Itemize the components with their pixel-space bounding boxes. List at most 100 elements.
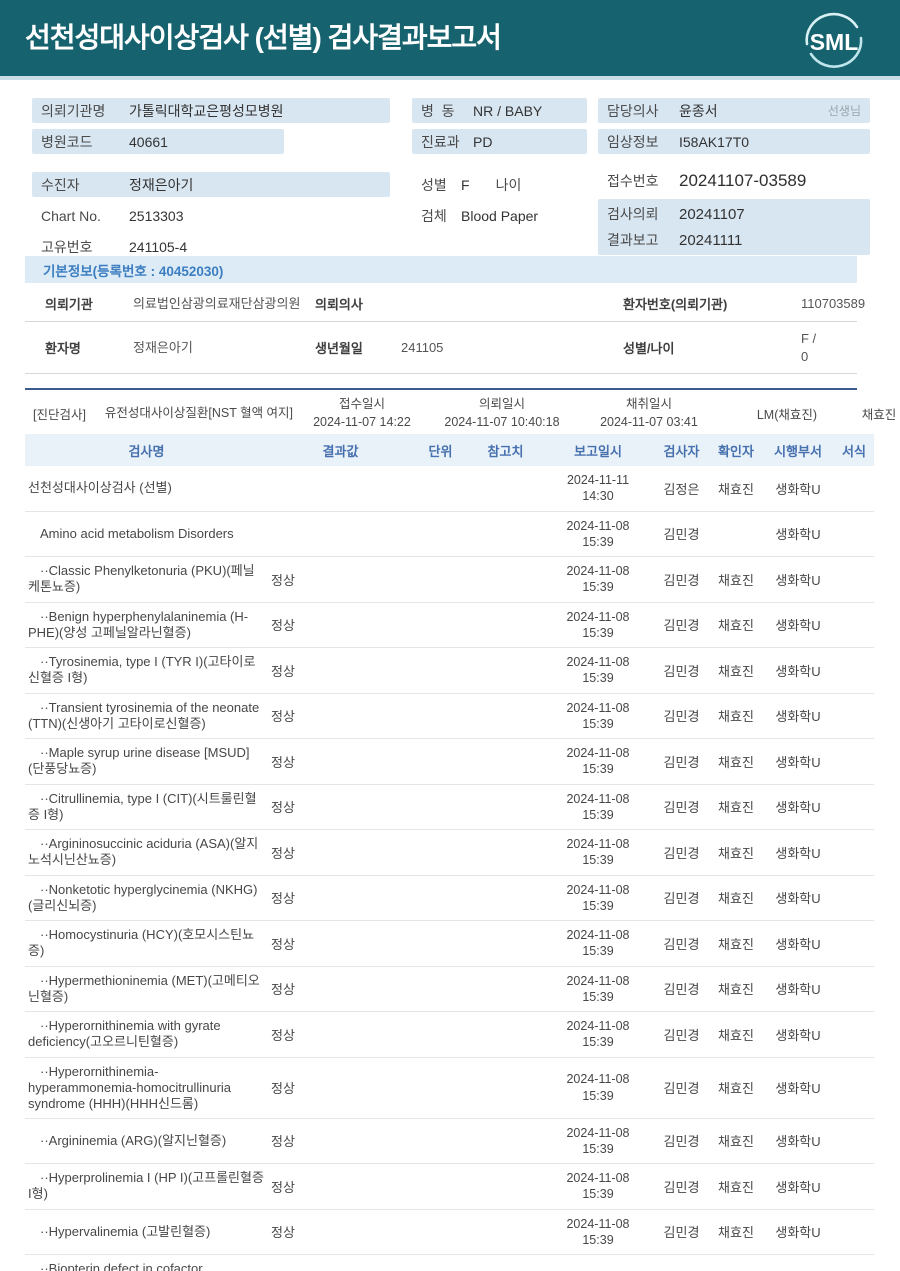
report-datetime: 2024-11-08 15:39 — [543, 784, 653, 830]
tester-name: 김민경 — [653, 920, 710, 967]
doctor-value: 윤종서 — [679, 102, 718, 119]
format-value — [834, 466, 874, 512]
requesting-org-label: 의뢰기관명 — [41, 102, 106, 119]
report-time: 15:39 — [582, 944, 614, 959]
result-value: 정상 — [268, 875, 413, 921]
field-clinical-info: 임상정보 I58AK17T0 — [598, 129, 870, 154]
format-value — [834, 784, 874, 830]
ward-value: NR / BABY — [473, 102, 543, 119]
basic-info-row-1: 의뢰기관 의료법인삼광의료재단삼광의원 의뢰의사 환자번호(의뢰기관) 1107… — [25, 286, 865, 322]
confirmer-name: 채효진 — [710, 693, 762, 739]
report-page: 선천성대사이상검사 (선별) 검사결과보고서 SML 의뢰기관명 가톨릭대학교은… — [0, 0, 900, 1271]
reference-value — [468, 1209, 543, 1255]
collect-time-label: 채취일시 — [625, 397, 672, 411]
result-value: 정상 — [268, 920, 413, 967]
basic-info-section: 기본정보(등록번호 : 40452030) 의뢰기관 의료법인삼광의료재단삼광의… — [25, 256, 865, 375]
report-datetime: 2024-11-08 15:39 — [543, 602, 653, 648]
reference-value — [468, 784, 543, 830]
report-datetime: 2024-11-11 14:30 — [543, 466, 653, 512]
patient-no-value: 110703589 — [801, 295, 866, 311]
reference-value — [468, 875, 543, 921]
diagnosis-collect-time: 채취일시 2024-11-07 03:41 — [578, 395, 720, 431]
report-date: 2024-11-08 — [566, 700, 630, 715]
table-row: 선천성대사이상검사 (선별) 2024-11-11 14:30 김정은 채효진 … — [25, 466, 874, 512]
format-value — [834, 1118, 874, 1164]
report-date: 2024-11-08 — [566, 973, 630, 988]
test-name: ··Hyperornithinemia-hyperammonemia-homoc… — [25, 1057, 268, 1119]
format-value — [834, 1254, 874, 1271]
tester-name: 김민경 — [653, 1163, 710, 1210]
confirmer-name: 채효진 — [710, 647, 762, 694]
department-name: 생화학U — [762, 693, 834, 739]
confirmer-name: 채효진 — [710, 920, 762, 967]
tester-name: 김민경 — [653, 1209, 710, 1255]
department-name: 생화학U — [762, 1011, 834, 1058]
field-report-date: 결과보고 20241111 — [598, 227, 870, 253]
table-row: ··Hypervalinemia (고발린혈증) 정상 2024-11-08 1… — [25, 1209, 874, 1255]
table-row: ··Citrullinemia, type I (CIT)(시트룰린혈증 I형)… — [25, 784, 874, 830]
tester-name: 김정은 — [653, 466, 710, 512]
sex-age-label: 성별/나이 — [623, 341, 675, 357]
basic-info-row-2: 환자명 정재은아기 생년월일 241105 성별/나이 F / 0 — [25, 322, 857, 375]
tester-name: 김민경 — [653, 693, 710, 739]
table-row: ··Maple syrup urine disease [MSUD](단풍당뇨증… — [25, 738, 874, 785]
department-name: 생화학U — [762, 1057, 834, 1119]
tester-name: 김민경 — [653, 556, 710, 603]
report-time: 15:39 — [582, 671, 614, 686]
field-sex-age: 성별 F 나이 — [412, 172, 587, 197]
unit-value — [413, 693, 468, 739]
tester-name: 김민경 — [653, 829, 710, 876]
patient-no-label: 환자번호(의뢰기관) — [623, 297, 728, 312]
table-row: ··Classic Phenylketonuria (PKU)(페닐케톤뇨증) … — [25, 556, 874, 603]
tester-name: 김민경 — [653, 875, 710, 921]
test-name: 선천성대사이상검사 (선별) — [25, 466, 268, 512]
department-name: 생화학U — [762, 556, 834, 603]
reference-value — [468, 466, 543, 512]
result-value: 정상 — [268, 784, 413, 830]
format-value — [834, 1057, 874, 1119]
test-name: ··Tyrosinemia, type I (TYR I)(고타이로신혈증 I형… — [25, 647, 268, 694]
results-header-row: 검사명 결과값 단위 참고치 보고일시 검사자 확인자 시행부서 서식 — [25, 434, 874, 466]
tester-name: 김민경 — [653, 511, 710, 557]
field-requesting-org: 의뢰기관명 가톨릭대학교은평성모병원 — [32, 98, 390, 123]
result-value: 정상 — [268, 1163, 413, 1210]
info-column-right: 담당의사 윤종서 선생님 임상정보 I58AK17T0 접수번호 2024110… — [598, 98, 870, 261]
unit-value — [413, 920, 468, 967]
clinic-dept-value: PD — [473, 133, 493, 150]
test-name: ··Biopterin defect in cofactor biosynthe… — [25, 1254, 268, 1271]
collect-time-value: 2024-11-07 03:41 — [600, 415, 698, 430]
unique-no-value: 241105-4 — [129, 238, 188, 255]
unit-value — [413, 829, 468, 876]
confirmer-name: 채효진 — [710, 1118, 762, 1164]
unit-value — [413, 738, 468, 785]
report-date: 2024-11-08 — [566, 518, 630, 533]
test-name: ··Hyperprolinemia I (HP I)(고프롤린혈증 I형) — [25, 1163, 268, 1210]
reference-value — [468, 693, 543, 739]
diagnosis-receipt-time: 접수일시 2024-11-07 14:22 — [298, 395, 426, 431]
format-value — [834, 511, 874, 557]
result-value: 정상 — [268, 1011, 413, 1058]
department-name: 생화학U — [762, 466, 834, 512]
test-name: ··Hypermethioninemia (MET)(고메티오닌혈증) — [25, 966, 268, 1012]
col-tester: 검사자 — [653, 434, 710, 466]
report-datetime: 2024-11-08 15:39 — [543, 693, 653, 739]
result-value: 정상 — [268, 647, 413, 694]
report-datetime: 2024-11-08 15:39 — [543, 920, 653, 967]
result-value — [268, 466, 413, 512]
requesting-org-value: 가톨릭대학교은평성모병원 — [129, 102, 284, 119]
result-value — [268, 511, 413, 557]
request-time-label: 의뢰일시 — [478, 397, 525, 411]
format-value — [834, 1209, 874, 1255]
info-column-left: 의뢰기관명 가톨릭대학교은평성모병원 병원코드 40661 수진자 정재은아기 … — [32, 98, 390, 265]
tester-name: 김민경 — [653, 1254, 710, 1271]
patient-name2-label: 환자명 — [45, 341, 81, 357]
reference-value — [468, 1118, 543, 1164]
report-time: 15:39 — [582, 989, 614, 1004]
tester-name: 김민경 — [653, 602, 710, 648]
table-row: ··Biopterin defect in cofactor biosynthe… — [25, 1254, 874, 1271]
department-name: 생화학U — [762, 1163, 834, 1210]
report-date: 2024-11-08 — [566, 1072, 630, 1087]
hospital-code-value: 40661 — [129, 133, 168, 150]
tester-name: 김민경 — [653, 647, 710, 694]
result-value: 정상 — [268, 556, 413, 603]
